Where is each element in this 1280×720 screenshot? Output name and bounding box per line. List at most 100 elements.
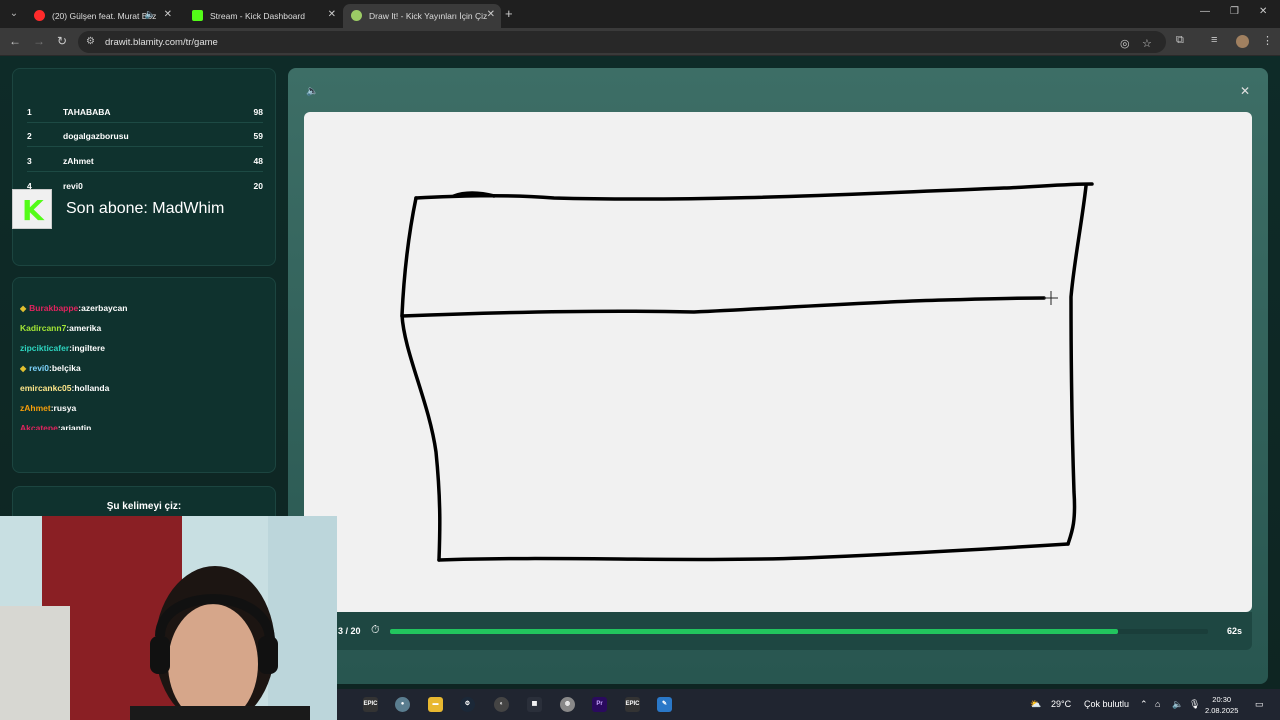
player-score: 59 <box>253 131 263 141</box>
tab-kick-dashboard[interactable]: Stream - Kick Dashboard ✕ <box>184 4 342 28</box>
timer-progress-fill <box>390 629 1119 634</box>
site-info-icon[interactable]: ⚙ <box>86 36 95 47</box>
chat-username[interactable]: zAhmet <box>20 403 51 413</box>
divider <box>27 122 263 123</box>
close-icon[interactable]: ✕ <box>487 9 495 20</box>
timer-progress-track <box>390 629 1208 634</box>
rank: 2 <box>27 131 32 141</box>
app-icon[interactable]: ◍ <box>560 697 575 712</box>
chat-message: zipcikticafer:ingiltere <box>20 342 270 362</box>
media-control-icon[interactable]: ≡ <box>1211 34 1217 46</box>
chat-username[interactable]: emircankc05 <box>20 383 72 393</box>
close-icon[interactable]: ✕ <box>164 9 172 20</box>
chat-text: :azerbaycan <box>78 303 128 313</box>
chat-messages[interactable]: ◆ Burakbappe:azerbaycan Kadircann7:amerika… <box>20 302 270 430</box>
chat-message: ◆ revi0:belçika <box>20 362 270 382</box>
player-score: 48 <box>253 156 263 166</box>
speaker-icon[interactable]: 🔈 <box>145 9 156 20</box>
tray-chevron-icon[interactable]: ⌃ <box>1140 699 1148 710</box>
microphone-icon[interactable]: 🎙 <box>1189 699 1200 710</box>
tab-youtube[interactable]: (20) Gülşen feat. Murat Boz 🔈 ✕ <box>26 4 178 28</box>
tab-title: Stream - Kick Dashboard <box>210 11 305 21</box>
rank: 3 <box>27 156 32 166</box>
window-close-icon[interactable]: ✕ <box>1259 6 1267 17</box>
file-explorer-icon[interactable]: ▬ <box>428 697 443 712</box>
draw-it-icon <box>351 10 362 21</box>
chat-username[interactable]: revi0 <box>29 363 49 373</box>
browser-tab-bar: ⌄ (20) Gülşen feat. Murat Boz 🔈 ✕ Stream… <box>0 0 1280 28</box>
divider <box>27 171 263 172</box>
chat-text: :belçika <box>49 363 81 373</box>
chat-panel: ◆ Burakbappe:azerbaycan Kadircann7:amerika… <box>12 277 276 473</box>
youtube-icon <box>34 10 45 21</box>
chat-badge-icon: ◆ <box>20 304 27 313</box>
new-tab-icon[interactable]: + <box>505 6 513 21</box>
weather-temp[interactable]: 29°C <box>1051 699 1071 709</box>
extensions-icon[interactable]: ⧉ <box>1176 34 1184 47</box>
weather-icon[interactable]: ⛅ <box>1030 699 1041 710</box>
network-icon[interactable]: ⌂ <box>1155 699 1160 709</box>
rank: 1 <box>27 107 32 117</box>
volume-icon[interactable]: 🔈 <box>1172 699 1183 710</box>
last-subscriber-text: Son abone: MadWhim <box>66 200 225 217</box>
paint-icon[interactable]: ✎ <box>657 697 672 712</box>
steam-icon[interactable]: ⚙ <box>460 697 475 712</box>
tab-title: (20) Gülşen feat. Murat Boz <box>52 11 157 21</box>
reload-icon[interactable]: ↻ <box>57 34 67 48</box>
chat-username[interactable]: Burakbappe <box>29 303 78 313</box>
back-icon[interactable]: ← <box>9 34 21 48</box>
chat-message: Kadircann7:amerika <box>20 322 270 342</box>
restore-icon[interactable]: ❐ <box>1230 6 1239 17</box>
address-bar[interactable]: ⚙ drawit.blamity.com/tr/game ◎ ☆ <box>78 31 1166 53</box>
sound-icon[interactable]: 🔈 <box>306 86 318 97</box>
forward-icon[interactable]: → <box>33 34 45 48</box>
stroke-bottom <box>437 542 1070 562</box>
bookmark-star-icon[interactable]: ☆ <box>1142 37 1152 50</box>
tab-search-icon[interactable]: ⌄ <box>6 6 22 22</box>
chat-text: :hollanda <box>71 383 110 393</box>
obs-icon[interactable]: ◐ <box>494 697 509 712</box>
stroke-middle <box>400 296 1046 318</box>
player-name: dogalgazborusu <box>63 131 129 141</box>
url-text: drawit.blamity.com/tr/game <box>105 37 218 48</box>
clock-date: 2.08.2025 <box>1205 706 1239 715</box>
chat-username[interactable]: Akcatepe <box>20 423 58 430</box>
kick-logo-icon: K <box>12 189 52 229</box>
webcam-overlay <box>0 516 337 720</box>
round-counter: 3 / 20 <box>338 626 361 636</box>
chat-text: :ingiltere <box>69 343 106 353</box>
profile-avatar[interactable] <box>1236 35 1249 48</box>
word-prompt-label: Şu kelimeyi çiz: <box>106 501 182 512</box>
stroke-top <box>414 182 1094 201</box>
grid-app-icon[interactable]: ▦ <box>527 697 542 712</box>
game-status-bar: 3 / 20 ⏱ 62s <box>304 612 1252 650</box>
tab-title: Draw It! - Kick Yayınları İçin Çiz <box>369 11 488 21</box>
taskbar-clock[interactable]: 20:30 2.08.2025 <box>1205 694 1238 716</box>
app-icon[interactable]: ● <box>395 697 410 712</box>
player-name: zAhmet <box>63 156 94 166</box>
tab-draw-it[interactable]: Draw It! - Kick Yayınları İçin Çiz ✕ <box>343 4 501 28</box>
minimize-icon[interactable]: — <box>1200 6 1210 17</box>
close-icon[interactable]: ✕ <box>328 9 336 20</box>
drawing-canvas[interactable] <box>304 112 1252 612</box>
player-score: 98 <box>253 107 263 117</box>
weather-text[interactable]: Çok bulutlu <box>1084 699 1129 709</box>
epic-games-icon[interactable]: EPIC <box>625 697 640 712</box>
time-remaining: 62s <box>1226 626 1242 636</box>
menu-icon[interactable]: ⋮ <box>1262 34 1273 47</box>
eye-off-icon[interactable]: ◎ <box>1120 37 1130 50</box>
chat-username[interactable]: Kadircann7 <box>20 323 66 333</box>
close-icon[interactable]: ✕ <box>1240 84 1250 98</box>
drawing-strokes <box>400 182 1094 562</box>
crosshair-cursor-icon <box>1044 291 1058 305</box>
chat-message: ◆ Burakbappe:azerbaycan <box>20 302 270 322</box>
chat-message: zAhmet:rusya <box>20 402 270 422</box>
clock-time: 20:30 <box>1212 695 1232 704</box>
epic-games-icon[interactable]: EPIC <box>363 697 378 712</box>
premiere-pro-icon[interactable]: Pr <box>592 697 607 712</box>
chat-message: Akcatepe:arjantin <box>20 422 270 430</box>
notifications-icon[interactable]: ▭ <box>1255 699 1264 710</box>
chat-message: emircankc05:hollanda <box>20 382 270 402</box>
chat-username[interactable]: zipcikticafer <box>20 343 69 353</box>
leaderboard-panel: 1 TAHABABA 98 2 dogalgazborusu 59 3 zAhm… <box>12 68 276 266</box>
